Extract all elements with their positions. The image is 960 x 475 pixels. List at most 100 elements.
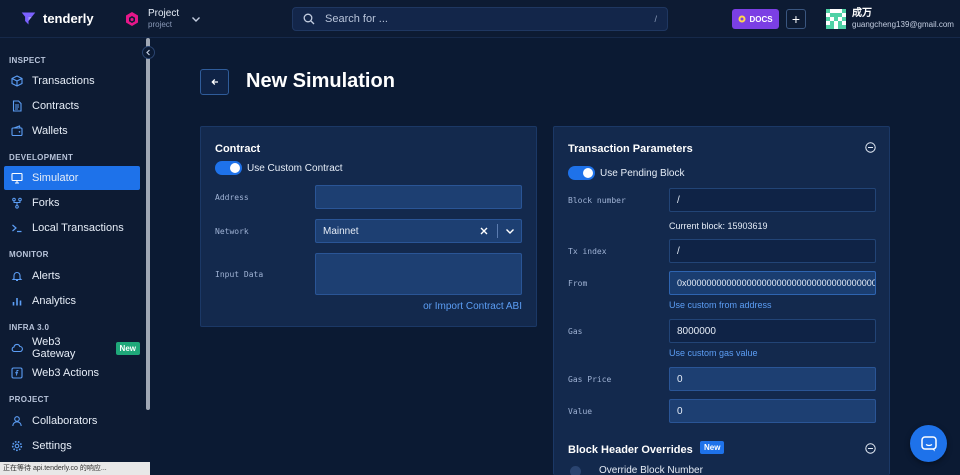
address-label: Address [215,193,249,202]
address-input[interactable] [315,185,522,209]
gas-price-input[interactable]: 0 [669,367,876,391]
chat-icon [920,435,937,451]
transaction-parameters-card: Transaction Parameters Use Pending Block… [553,126,890,475]
arrow-left-icon [210,79,218,85]
chevron-left-icon [146,49,150,56]
clear-icon[interactable] [479,226,489,236]
value-label: Value [568,407,593,416]
sidebar-item-analytics[interactable]: Analytics [4,289,140,313]
contract-card: Contract Use Custom Contract Address Net… [200,126,537,327]
sidebar-item-contracts[interactable]: Contracts [4,94,140,118]
from-label: From [568,279,588,288]
main-scrollbar[interactable] [956,38,960,475]
custom-contract-toggle[interactable] [215,161,242,175]
sidebar-scrollbar[interactable] [146,38,150,410]
document-icon [12,100,22,112]
override-block-toggle[interactable] [570,466,581,475]
new-badge: New [115,341,140,355]
sidebar-item-local-transactions[interactable]: Local Transactions [4,216,140,240]
section-monitor: MONITOR [9,250,49,259]
sidebar-item-settings[interactable]: Settings [4,434,140,458]
gear-icon [11,440,23,452]
transaction-parameters-title: Transaction Parameters [568,143,693,155]
sidebar-item-collaborators[interactable]: Collaborators [4,409,140,433]
network-select[interactable]: Mainnet [315,219,522,243]
back-button[interactable] [200,69,229,95]
chevron-down-icon[interactable] [505,226,515,236]
input-data-textarea[interactable] [315,253,522,295]
sidebar-item-web3-actions[interactable]: Web3 Actions [4,361,140,385]
sidebar-item-simulator[interactable]: Simulator [4,166,140,190]
project-slug: project [148,20,173,29]
search-input[interactable] [325,13,655,25]
collapse-minus-icon[interactable] [865,142,876,153]
sidebar: INSPECT Transactions Contracts Wallets D… [0,38,155,475]
browser-status-bar: 正在等待 api.tenderly.co 的响应... [0,462,150,475]
user-info[interactable]: 成万 guangcheng139@gmail.com [852,8,954,30]
from-input[interactable]: 0x00000000000000000000000000000000000000… [669,271,876,295]
gas-label: Gas [568,327,583,336]
sidebar-item-label: Simulator [32,172,79,184]
import-abi-link[interactable]: or Import Contract ABI [423,301,522,312]
project-switcher[interactable]: Project project [124,8,201,30]
input-data-label: Input Data [215,270,264,279]
new-badge: New [700,441,725,454]
docs-label: DOCS [749,14,773,24]
terminal-icon [12,224,22,233]
sidebar-item-wallets[interactable]: Wallets [4,119,140,143]
app-logo[interactable]: tenderly [20,10,94,27]
section-infra: INFRA 3.0 [9,323,50,332]
search-shortcut-key: / [654,14,657,24]
block-number-input[interactable]: / [669,188,876,212]
docs-icon [738,15,746,23]
network-label: Network [215,227,249,236]
tenderly-logo-icon [21,12,36,25]
sidebar-item-transactions[interactable]: Transactions [4,69,140,93]
sidebar-collapse-button[interactable] [142,46,155,59]
add-button[interactable]: + [786,9,806,29]
sidebar-item-label: Forks [32,197,60,209]
bell-icon [11,272,23,282]
search-icon [303,13,315,25]
current-block-text: Current block: 15903619 [669,221,768,231]
user-avatar[interactable] [826,9,846,29]
tx-index-label: Tx index [568,247,607,256]
override-block-label: Override Block Number [599,465,703,475]
user-icon [12,416,22,427]
user-email: guangcheng139@gmail.com [852,20,954,29]
sidebar-item-forks[interactable]: Forks [4,191,140,215]
custom-contract-label: Use Custom Contract [247,163,343,174]
value-input[interactable]: 0 [669,399,876,423]
sidebar-item-label: Analytics [32,295,77,307]
gas-input[interactable]: 8000000 [669,319,876,343]
pending-block-toggle[interactable] [568,166,595,180]
collapse-minus-icon[interactable] [865,443,876,454]
sidebar-item-label: Web3 Gateway [32,336,76,360]
custom-from-link[interactable]: Use custom from address [669,300,772,310]
search-bar[interactable]: / [292,7,668,31]
network-value: Mainnet [323,225,359,237]
section-inspect: INSPECT [9,56,46,65]
top-bar: tenderly Project project / DOCS + [0,0,960,38]
docs-button[interactable]: DOCS [732,9,779,29]
sidebar-item-alerts[interactable]: Alerts [4,264,140,288]
section-project: PROJECT [9,395,49,404]
block-number-label: Block number [568,196,626,205]
function-icon [11,367,23,379]
wallet-icon [11,125,23,137]
chevron-down-icon [192,17,201,22]
project-name: Project [148,8,180,19]
tx-index-input[interactable]: / [669,239,876,263]
chat-button[interactable] [910,425,947,462]
sidebar-item-label: Local Transactions [32,222,124,234]
cloud-icon [11,343,23,353]
sidebar-item-label: Transactions [32,75,95,87]
sidebar-item-label: Alerts [32,270,61,282]
section-development: DEVELOPMENT [9,153,74,162]
sidebar-item-label: Contracts [32,100,80,112]
user-name: 成万 [852,8,872,19]
sidebar-item-web3-gateway[interactable]: Web3 Gateway New [4,336,140,360]
sidebar-item-label: Collaborators [32,415,98,427]
custom-gas-link[interactable]: Use custom gas value [669,348,758,358]
bar-chart-icon [12,298,22,306]
